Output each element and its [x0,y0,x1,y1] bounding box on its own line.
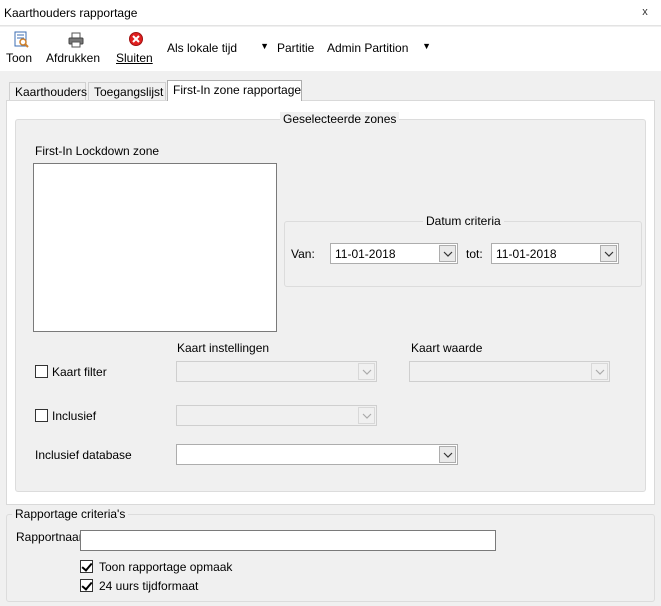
rapportnaam-label: Rapportnaam [16,530,89,544]
chevron-down-icon[interactable] [439,245,456,262]
tab-toegangslijst[interactable]: Toegangslijst [88,82,166,100]
time-mode-select[interactable]: Als lokale tijd ▼ [162,36,272,58]
geselecteerde-zones-legend: Geselecteerde zones [280,112,400,126]
chevron-down-icon[interactable] [600,245,617,262]
partition-value: Admin Partition [327,41,409,55]
window-title: Kaarthouders rapportage [4,6,138,20]
partition-select[interactable]: Admin Partition ▼ [322,36,434,58]
close-circle-icon [127,31,145,49]
chevron-down-icon [591,363,608,380]
toon-button-label: Toon [6,51,33,65]
tot-date-value: 11-01-2018 [496,247,557,261]
van-label: Van: [291,247,315,261]
rapportage-criteria-legend: Rapportage criteria's [12,507,129,521]
rapportnaam-input[interactable] [80,530,496,551]
toon-rapportage-opmaak-label: Toon rapportage opmaak [99,560,233,574]
tab-first-in-zone-rapportage[interactable]: First-In zone rapportage [167,80,302,101]
datum-criteria-legend: Datum criteria [423,214,504,228]
inclusief-select[interactable] [176,405,377,426]
rapportage-criteria-group: Rapportage criteria's Rapportnaam Toon r… [6,507,655,602]
chevron-down-icon: ▼ [260,41,269,51]
inclusief-label: Inclusief [52,409,97,423]
datum-criteria-group: Datum criteria Van: 11-01-2018 tot: 11-0… [284,214,642,287]
toon-rapportage-opmaak-checkbox[interactable] [80,560,93,573]
partition-label: Partitie [277,41,315,55]
time-mode-value: Als lokale tijd [167,41,238,55]
afdrukken-button[interactable]: Afdrukken [46,31,106,65]
inclusief-database-label: Inclusief database [35,448,132,462]
tab-label: Kaarthouders [15,85,88,99]
chevron-down-icon: ▼ [422,41,431,51]
toolbar: Toon Afdrukken Sluiten Als lokale tijd ▼… [0,27,661,71]
sluiten-button-label: Sluiten [116,51,153,65]
tab-label: First-In zone rapportage [173,83,302,97]
sluiten-button[interactable]: Sluiten [116,31,156,65]
24-uurs-tijdformaat-label: 24 uurs tijdformaat [99,579,199,593]
window-close-button[interactable]: x [637,4,653,20]
first-in-lockdown-zone-list[interactable] [33,163,277,332]
tot-date-picker[interactable]: 11-01-2018 [491,243,619,264]
printer-icon [67,31,85,49]
report-view-icon [12,31,30,49]
kaart-instellingen-label: Kaart instellingen [177,341,270,355]
kaart-filter-label: Kaart filter [52,365,107,379]
chevron-down-icon [358,407,375,424]
van-date-picker[interactable]: 11-01-2018 [330,243,458,264]
inclusief-checkbox[interactable] [35,409,48,422]
afdrukken-button-label: Afdrukken [46,51,101,65]
geselecteerde-zones-group: Geselecteerde zones First-In Lockdown zo… [15,112,646,492]
first-in-lockdown-zone-label: First-In Lockdown zone [35,144,160,158]
tab-label: Toegangslijst [94,85,164,99]
tot-label: tot: [466,247,483,261]
kaart-waarde-label: Kaart waarde [411,341,483,355]
title-bar: Kaarthouders rapportage x [0,0,661,26]
tab-kaarthouders[interactable]: Kaarthouders [9,82,88,100]
van-date-value: 11-01-2018 [335,247,396,261]
kaart-filter-checkbox[interactable] [35,365,48,378]
tab-panel: Geselecteerde zones First-In Lockdown zo… [6,100,655,505]
24-uurs-tijdformaat-checkbox[interactable] [80,579,93,592]
chevron-down-icon[interactable] [439,446,456,463]
kaart-instellingen-select[interactable] [176,361,377,382]
kaart-waarde-select[interactable] [409,361,610,382]
chevron-down-icon [358,363,375,380]
inclusief-database-select[interactable] [176,444,458,465]
toon-button[interactable]: Toon [6,31,36,65]
